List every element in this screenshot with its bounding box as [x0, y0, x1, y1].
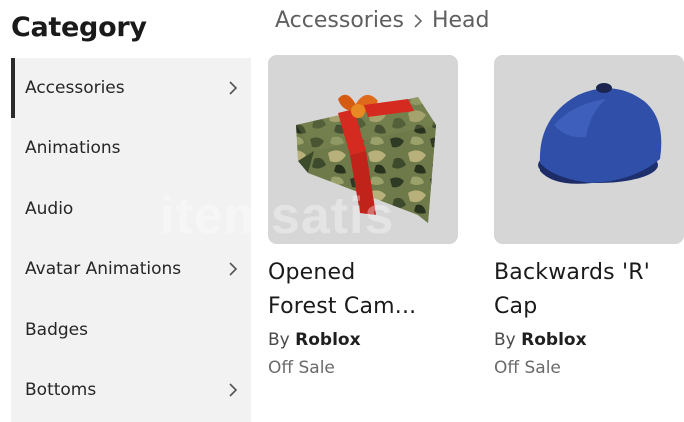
- item-price: Off Sale: [494, 358, 561, 378]
- breadcrumb-current: Head: [431, 8, 490, 33]
- sidebar-item-audio[interactable]: Audio: [11, 179, 251, 239]
- item-price: Off Sale: [268, 358, 335, 378]
- sidebar-item-label: Animations: [25, 138, 121, 158]
- chevron-right-icon: [229, 262, 238, 276]
- sidebar-item-accessories[interactable]: Accessories: [11, 58, 251, 118]
- sidebar-item-animations[interactable]: Animations: [11, 118, 251, 178]
- creator-link[interactable]: Roblox: [295, 330, 360, 350]
- chevron-right-icon: [229, 383, 238, 397]
- item-thumbnail[interactable]: [268, 55, 458, 244]
- category-sidebar: Accessories Animations Audio Avatar Anim…: [11, 58, 251, 422]
- sidebar-item-bottoms[interactable]: Bottoms: [11, 360, 251, 420]
- creator-link[interactable]: Roblox: [521, 330, 586, 350]
- sidebar-item-label: Badges: [25, 320, 88, 340]
- item-name[interactable]: Opened Forest Cam...: [268, 256, 458, 324]
- sidebar-item-label: Accessories: [25, 78, 125, 98]
- chevron-right-icon: [414, 13, 423, 28]
- sidebar-item-label: Audio: [25, 199, 74, 219]
- item-card[interactable]: Backwards 'R' Cap By Roblox Off Sale: [494, 55, 684, 378]
- sidebar-item-avatar-animations[interactable]: Avatar Animations: [11, 239, 251, 299]
- breadcrumb: Accessories Head: [275, 8, 489, 33]
- blue-cap-icon: [494, 55, 684, 244]
- sidebar-item-badges[interactable]: Badges: [11, 300, 251, 360]
- chevron-right-icon: [229, 81, 238, 95]
- item-thumbnail[interactable]: [494, 55, 684, 244]
- category-title: Category: [11, 12, 147, 43]
- item-creator: By Roblox: [268, 330, 458, 350]
- item-card[interactable]: Opened Forest Cam... By Roblox Off Sale: [268, 55, 458, 378]
- sidebar-item-label: Avatar Animations: [25, 259, 182, 279]
- item-creator: By Roblox: [494, 330, 684, 350]
- breadcrumb-parent[interactable]: Accessories: [275, 8, 404, 33]
- camo-gift-hat-icon: [268, 55, 458, 244]
- creator-prefix: By: [494, 330, 516, 350]
- item-name[interactable]: Backwards 'R' Cap: [494, 256, 684, 324]
- sidebar-item-label: Bottoms: [25, 380, 97, 400]
- creator-prefix: By: [268, 330, 290, 350]
